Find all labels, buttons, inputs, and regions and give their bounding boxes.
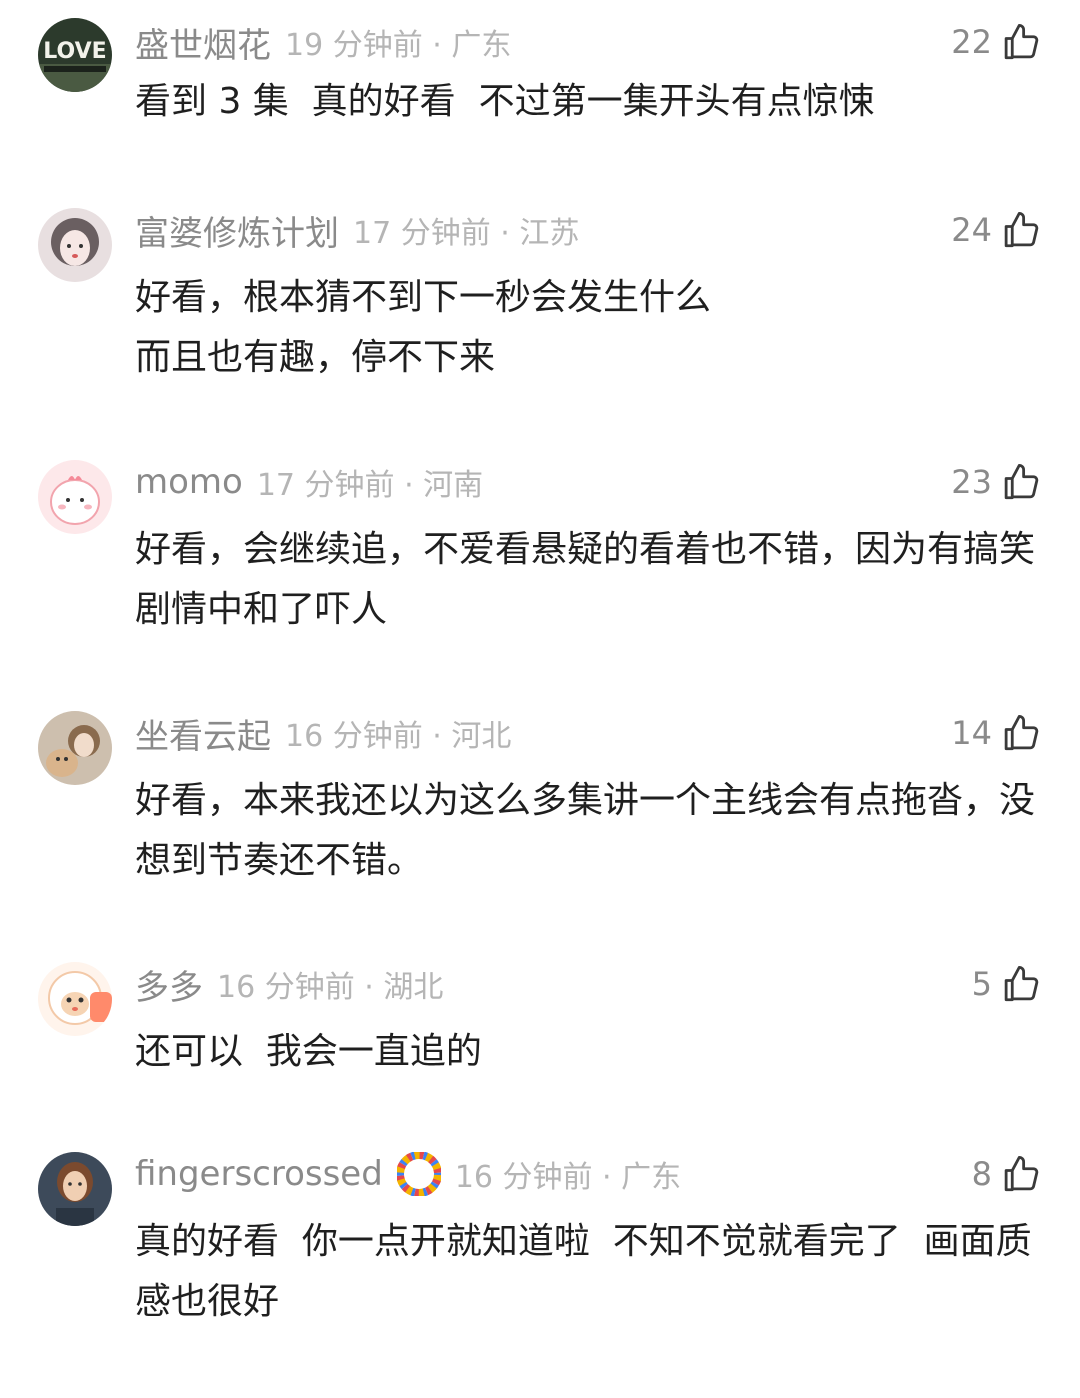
username[interactable]: 富婆修炼计划	[135, 206, 339, 255]
time-location: 16 分钟前 · 河北	[285, 719, 512, 754]
comment-text: 真的好看 你一点开就知道啦 不知不觉就看完了 画面质感也很好	[135, 1221, 1032, 1322]
comment-text: 好看，本来我还以为这么多集讲一个主线会有点拖沓，没想到节奏还不错。	[135, 780, 1036, 881]
time-location: 17 分钟前 · 江苏	[353, 216, 580, 251]
time-location: 17 分钟前 · 河南	[256, 468, 484, 503]
comment-meta: 多多 16 分钟前 · 湖北	[135, 960, 444, 1009]
like-count: 24	[951, 211, 992, 249]
like-button[interactable]: 23	[951, 460, 1042, 504]
comment-meta: fingerscrossed 16 分钟前 · 广东	[135, 1152, 681, 1196]
time-location: 16 分钟前 · 湖北	[217, 970, 444, 1005]
time-location: 19 分钟前 · 广东	[285, 28, 512, 63]
comment-text: 看到 3 集 真的好看 不过第一集开头有点惊悚	[135, 81, 875, 122]
like-count: 23	[951, 463, 992, 501]
like-count: 14	[951, 714, 992, 752]
thumbs-up-icon[interactable]	[1000, 21, 1042, 63]
svg-text:LOVE: LOVE	[43, 39, 106, 64]
comment-item: 富婆修炼计划 17 分钟前 · 江苏 24 好看，根本猜不到下一秒会发生什么 而…	[0, 208, 1080, 428]
like-button[interactable]: 22	[951, 20, 1042, 64]
comment-meta: 富婆修炼计划 17 分钟前 · 江苏	[135, 206, 580, 255]
comment-text: 好看，根本猜不到下一秒会发生什么 而且也有趣，停不下来	[135, 277, 712, 378]
username[interactable]: momo	[135, 462, 243, 502]
cartoon-sheep-avatar-icon[interactable]	[38, 962, 112, 1036]
comment-text: 还可以 我会一直追的	[135, 1031, 482, 1072]
like-button[interactable]: 8	[972, 1152, 1042, 1196]
thumbs-up-icon[interactable]	[1000, 209, 1042, 251]
username[interactable]: fingerscrossed	[135, 1154, 383, 1194]
comment-meta: 坐看云起 16 分钟前 · 河北	[135, 709, 512, 758]
woman-portrait-avatar-icon[interactable]	[38, 1152, 112, 1226]
comment-item: LOVE 盛世烟花 19 分钟前 · 广东 22 看到 3 集 真的好看 不过第…	[0, 18, 1080, 188]
comment-item: 坐看云起 16 分钟前 · 河北 14 好看，本来我还以为这么多集讲一个主线会有…	[0, 711, 1080, 931]
like-count: 22	[951, 23, 992, 61]
girl-portrait-avatar-icon[interactable]	[38, 208, 112, 282]
like-button[interactable]: 5	[972, 962, 1042, 1006]
username[interactable]: 多多	[135, 960, 203, 1009]
colorful-ring-badge-icon	[396, 1152, 441, 1196]
love-sign-avatar-icon[interactable]: LOVE	[38, 18, 112, 92]
username[interactable]: 盛世烟花	[135, 18, 271, 67]
username[interactable]: 坐看云起	[135, 709, 271, 758]
time-location: 16 分钟前 · 广东	[454, 1160, 682, 1195]
like-button[interactable]: 24	[951, 208, 1042, 252]
like-count: 5	[971, 965, 992, 1003]
comment-item: fingerscrossed 16 分钟前 · 广东 8 真的好看 你一点开就知…	[0, 1152, 1080, 1352]
comment-meta: 盛世烟花 19 分钟前 · 广东	[135, 18, 512, 67]
comment-item: momo 17 分钟前 · 河南 23 好看，会继续追，不爱看悬疑的看着也不错，…	[0, 460, 1080, 680]
thumbs-up-icon[interactable]	[1000, 1153, 1042, 1195]
pink-chick-avatar-icon[interactable]	[38, 460, 112, 534]
like-button[interactable]: 14	[951, 711, 1042, 755]
comment-text: 好看，会继续追，不爱看悬疑的看着也不错，因为有搞笑剧情中和了吓人	[135, 529, 1036, 630]
comment-meta: momo 17 分钟前 · 河南	[135, 460, 483, 504]
thumbs-up-icon[interactable]	[1000, 712, 1042, 754]
girl-with-dog-avatar-icon[interactable]	[38, 711, 112, 785]
thumbs-up-icon[interactable]	[1000, 963, 1042, 1005]
thumbs-up-icon[interactable]	[1000, 461, 1042, 503]
comment-item: 多多 16 分钟前 · 湖北 5 还可以 我会一直追的	[0, 962, 1080, 1122]
like-count: 8	[971, 1155, 992, 1193]
